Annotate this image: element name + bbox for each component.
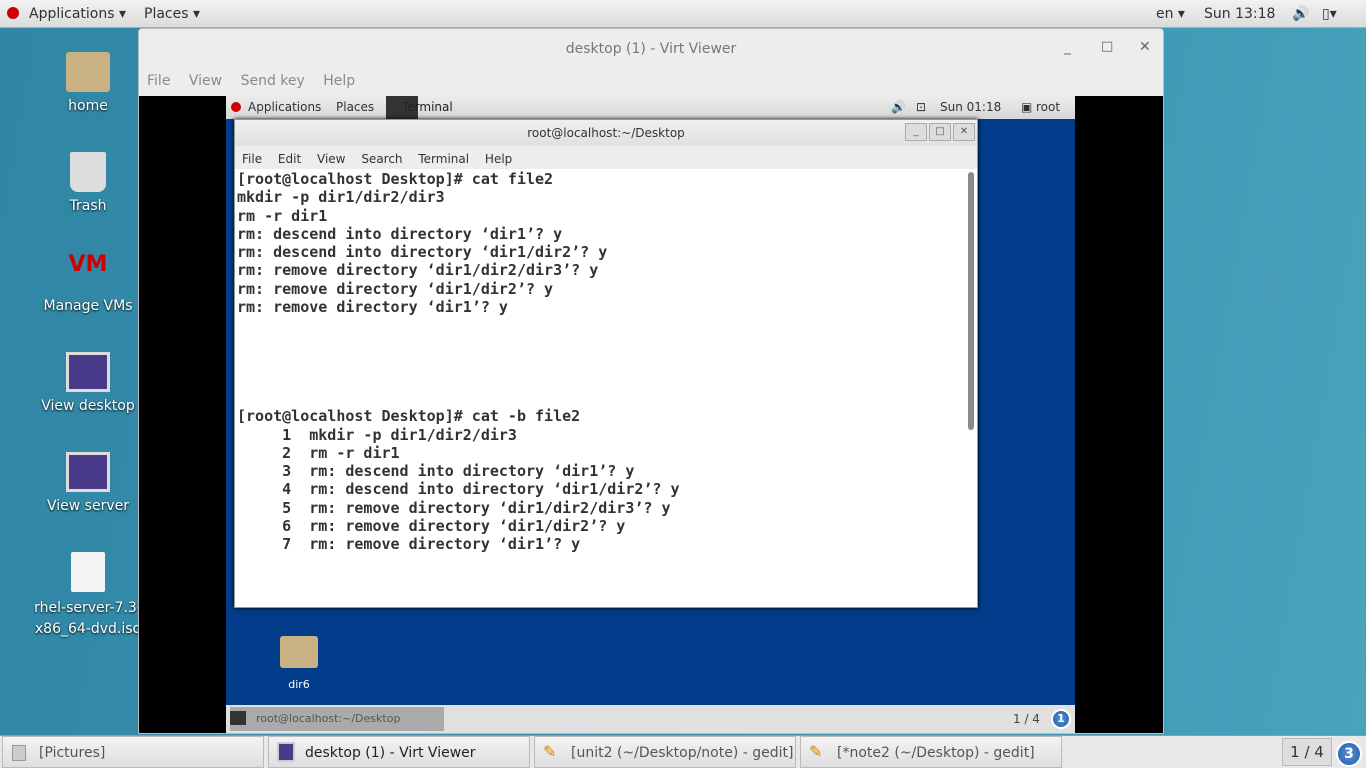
notification-badge[interactable]: 1	[1051, 709, 1071, 729]
trash-icon	[70, 152, 106, 192]
folder-icon[interactable]	[280, 636, 318, 668]
icon-label: rhel-server-7.3-	[34, 600, 142, 616]
workspace-indicator[interactable]: 1 / 4	[1282, 738, 1332, 766]
menu-send-key[interactable]: Send key	[241, 73, 305, 89]
desktop-icon-view-server[interactable]: View server	[33, 452, 143, 514]
icon-label: Trash	[69, 198, 107, 214]
task-gedit-unit2[interactable]: [unit2 (~/Desktop/note) - gedit]	[534, 736, 796, 768]
menu-bar: File View Send key Help	[147, 73, 369, 89]
task-label: [unit2 (~/Desktop/note) - gedit]	[571, 745, 794, 761]
desktop-icon-trash[interactable]: Trash	[33, 152, 143, 214]
icon-label: x86_64-dvd.iso	[34, 621, 142, 637]
close-button[interactable]: ✕	[953, 123, 975, 141]
task-label: [Pictures]	[39, 745, 106, 761]
scrollbar[interactable]	[968, 172, 974, 430]
menu-file[interactable]: File	[147, 73, 170, 89]
top-panel: Applications ▾ Places ▾ en ▾ Sun 13:18 🔊…	[0, 0, 1366, 28]
maximize-button[interactable]: □	[929, 123, 951, 141]
icon-label: home	[68, 98, 108, 114]
menu-edit[interactable]: Edit	[278, 152, 301, 166]
host-taskbar: [Pictures] desktop (1) - Virt Viewer [un…	[0, 735, 1366, 768]
folder-label[interactable]: dir6	[276, 678, 322, 691]
menu-view[interactable]: View	[189, 73, 222, 89]
guest-applications-menu[interactable]: Applications	[248, 100, 321, 114]
guest-terminal-app[interactable]: Terminal	[402, 100, 453, 114]
menu-view[interactable]: View	[317, 152, 345, 166]
applications-menu[interactable]: Applications ▾	[29, 6, 126, 22]
task-pictures[interactable]: [Pictures]	[2, 736, 264, 768]
user-icon: ▣	[1021, 100, 1033, 114]
file-manager-icon	[12, 745, 26, 761]
menu-search[interactable]: Search	[361, 152, 402, 166]
guest-places-menu[interactable]: Places	[336, 100, 374, 114]
volume-icon[interactable]: 🔊	[1292, 6, 1309, 22]
terminal-title: root@localhost:~/Desktop	[235, 120, 977, 146]
home-folder-icon	[66, 52, 110, 92]
redhat-icon	[231, 102, 241, 112]
menu-help[interactable]: Help	[485, 152, 512, 166]
icon-label: Manage VMs	[43, 298, 133, 314]
close-button[interactable]: ✕	[1139, 39, 1151, 55]
places-menu[interactable]: Places ▾	[144, 6, 200, 22]
task-virt-viewer[interactable]: desktop (1) - Virt Viewer	[268, 736, 530, 768]
monitor-icon	[66, 452, 110, 492]
terminal-window[interactable]: root@localhost:~/Desktop _ □ ✕ File Edit…	[234, 119, 978, 608]
guest-bottom-panel: root@localhost:~/Desktop 1 / 4 1	[226, 705, 1075, 733]
desktop-icon-view-desktop[interactable]: View desktop	[33, 352, 143, 414]
desktop-icon-home[interactable]: home	[33, 52, 143, 114]
minimize-button[interactable]: _	[1064, 39, 1071, 55]
task-label: [*note2 (~/Desktop) - gedit]	[837, 745, 1035, 761]
task-label: root@localhost:~/Desktop	[256, 712, 401, 725]
language-menu[interactable]: en ▾	[1156, 6, 1185, 22]
gedit-icon: ✎	[809, 742, 823, 761]
terminal-menu-bar: File Edit View Search Terminal Help	[235, 146, 977, 169]
task-gedit-note2[interactable]: [*note2 (~/Desktop) - gedit]	[800, 736, 1062, 768]
virt-manager-icon: VM	[68, 252, 108, 277]
terminal-icon	[230, 711, 246, 725]
monitor-icon	[277, 742, 295, 762]
desktop-icon-manage-vms[interactable]: VM Manage VMs	[33, 252, 143, 314]
monitor-icon	[66, 352, 110, 392]
guest-clock[interactable]: Sun 01:18	[940, 100, 1001, 114]
notification-badge[interactable]: 3	[1336, 741, 1362, 767]
guest-screen[interactable]: Applications Places Terminal 🔊 ⊡ Sun 01:…	[226, 96, 1075, 733]
guest-task-terminal[interactable]: root@localhost:~/Desktop	[230, 707, 444, 731]
network-icon[interactable]: ⊡	[916, 100, 926, 114]
clock[interactable]: Sun 13:18	[1204, 6, 1275, 22]
icon-label: View desktop	[41, 398, 135, 414]
menu-help[interactable]: Help	[323, 73, 355, 89]
minimize-button[interactable]: _	[905, 123, 927, 141]
task-label: desktop (1) - Virt Viewer	[305, 745, 476, 761]
terminal-output[interactable]: [root@localhost Desktop]# cat file2 mkdi…	[237, 169, 967, 607]
volume-icon[interactable]: 🔊	[891, 100, 906, 114]
menu-terminal[interactable]: Terminal	[418, 152, 469, 166]
guest-user-menu[interactable]: root	[1036, 100, 1060, 114]
gedit-icon: ✎	[543, 742, 557, 761]
disc-image-icon	[71, 552, 105, 592]
redhat-icon	[7, 7, 19, 19]
workspace-indicator[interactable]: 1 / 4	[1013, 712, 1040, 726]
guest-top-panel: Applications Places Terminal 🔊 ⊡ Sun 01:…	[226, 96, 1075, 119]
icon-label: View server	[47, 498, 129, 514]
desktop-icon-rhel-iso[interactable]: rhel-server-7.3- x86_64-dvd.iso	[33, 552, 143, 640]
maximize-button[interactable]: □	[1101, 39, 1113, 54]
battery-icon[interactable]: ▯▾	[1322, 6, 1337, 22]
menu-file[interactable]: File	[242, 152, 262, 166]
window-title: desktop (1) - Virt Viewer	[565, 41, 737, 57]
